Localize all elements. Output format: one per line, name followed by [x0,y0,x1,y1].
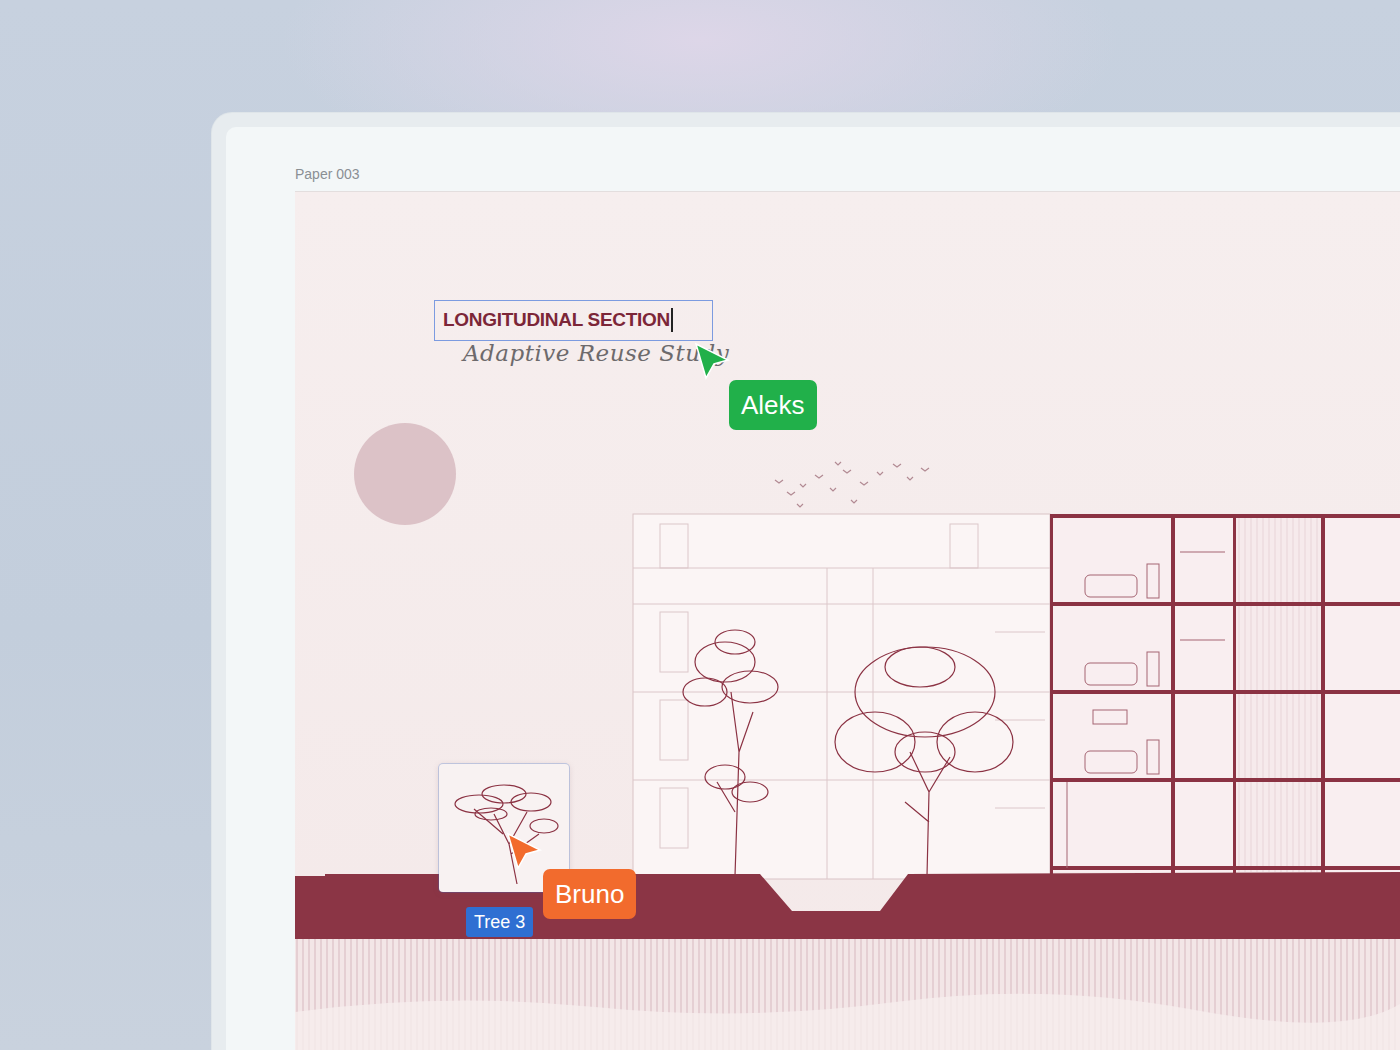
cursor-icon [694,342,732,382]
collaborator-label: Bruno [543,869,636,919]
text-caret [671,308,673,332]
canvas-area: Paper 003 [226,127,1400,1050]
layer-label: Tree 3 [466,907,533,937]
subtitle[interactable]: Adaptive Reuse Study [463,336,729,371]
paper-frame[interactable]: LONGITUDINAL SECTION Adaptive Reuse Stud… [295,191,1400,1050]
app-window: Paper 003 [0,0,1400,1050]
device-frame: Paper 003 [212,113,1400,1050]
collaborator-label: Aleks [729,380,817,430]
section-title[interactable]: LONGITUDINAL SECTION [443,306,670,335]
title-text-box[interactable]: LONGITUDINAL SECTION [434,300,713,341]
frame-label[interactable]: Paper 003 [295,165,1400,183]
cursor-icon [506,832,544,872]
